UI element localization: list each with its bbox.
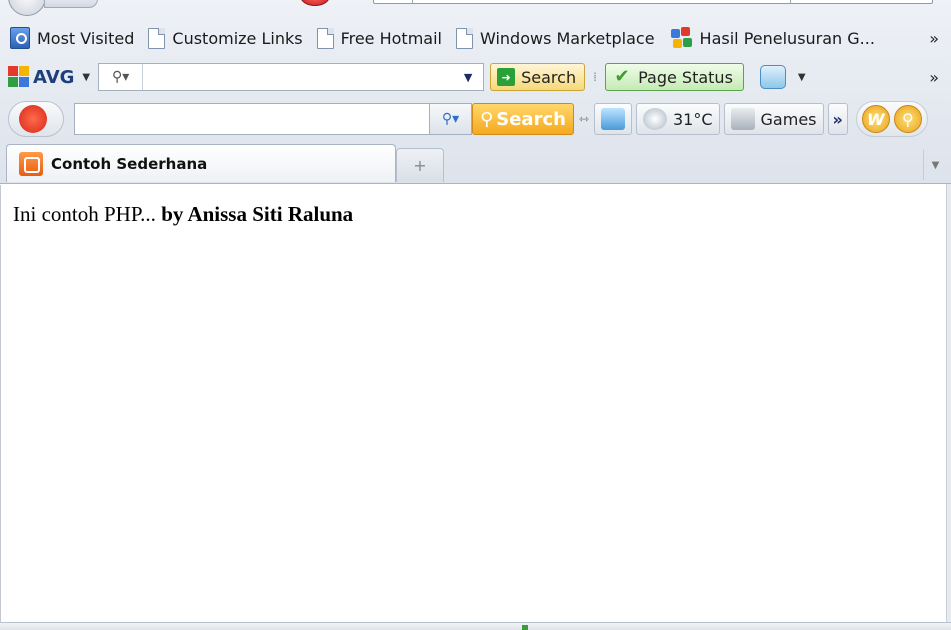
bookmark-label: Most Visited xyxy=(37,28,135,48)
games-button[interactable]: Games xyxy=(723,103,824,135)
page-text-bold: by Anissa Siti Raluna xyxy=(161,202,354,226)
weather-temperature: 31°C xyxy=(673,109,713,129)
bookmark-hasil-penelusuran[interactable]: Hasil Penelusuran G... xyxy=(665,25,879,51)
page-text: Ini contoh PHP... by Anissa Siti Raluna xyxy=(13,202,353,227)
status-bar xyxy=(0,622,951,630)
bookmark-customize-links[interactable]: Customize Links xyxy=(144,25,306,51)
red-logo-icon xyxy=(19,105,47,133)
tab-strip: Contoh Sederhana + ▼ xyxy=(0,142,951,184)
stop-button[interactable] xyxy=(300,0,330,6)
avg-search-input[interactable] xyxy=(143,64,454,90)
forward-button[interactable] xyxy=(44,0,98,8)
search-icon: ⚲ xyxy=(480,108,494,130)
w-widget-icon[interactable]: W xyxy=(861,105,890,133)
search-toolbar: ⚲▾ ⚲ Search ⇿ 31°C Games » W ⚲ xyxy=(0,98,951,140)
checkmark-icon: ✔ xyxy=(614,66,630,87)
chevron-down-icon: ▼ xyxy=(931,159,940,171)
highlighter-icon xyxy=(601,108,625,130)
search-engine-selector[interactable]: ⚲▾ xyxy=(430,103,472,135)
page-icon xyxy=(455,27,473,49)
page-icon xyxy=(316,27,334,49)
toolbar-search-button[interactable]: ⚲ Search xyxy=(472,103,574,135)
avg-search-button[interactable]: ➜ Search xyxy=(490,63,586,91)
toolbar-overflow-button[interactable]: » xyxy=(827,103,848,135)
address-bar-divider xyxy=(412,0,413,4)
xampp-favicon-icon xyxy=(19,151,43,176)
avg-search-button-label: Search xyxy=(521,67,577,87)
most-visited-icon xyxy=(10,27,30,49)
bookmark-label: Windows Marketplace xyxy=(479,28,655,48)
avg-logo[interactable]: AVG xyxy=(8,66,74,88)
tab-title: Contoh Sederhana xyxy=(51,154,208,173)
avg-overflow-button[interactable]: » xyxy=(929,68,939,87)
highlight-button[interactable] xyxy=(594,103,632,135)
address-bar[interactable] xyxy=(373,0,933,4)
page-text-normal: Ini contoh PHP... xyxy=(13,202,162,226)
arrow-right-icon: ➜ xyxy=(497,68,516,86)
address-bar-divider xyxy=(790,0,791,4)
bookmark-label: Hasil Penelusuran G... xyxy=(699,28,875,48)
bookmarks-bar: Most Visited Customize Links Free Hotmai… xyxy=(0,20,951,56)
chevron-down-icon[interactable]: ▼ xyxy=(453,71,483,84)
games-label: Games xyxy=(760,109,817,129)
search-widget-icon[interactable]: ⚲ xyxy=(893,105,922,133)
search-engine-icon[interactable]: ⚲▾ xyxy=(99,64,144,90)
back-button[interactable] xyxy=(8,0,46,16)
toolbar-search-button-label: Search xyxy=(496,108,566,130)
weather-button[interactable]: 31°C xyxy=(636,103,720,135)
window-border xyxy=(946,184,951,630)
navigation-bar xyxy=(0,0,951,18)
bookmark-most-visited[interactable]: Most Visited xyxy=(6,25,138,51)
weather-cloud-icon xyxy=(643,108,667,130)
page-content: Ini contoh PHP... by Anissa Siti Raluna xyxy=(0,185,946,622)
recycle-icon[interactable] xyxy=(759,65,786,89)
plus-icon: + xyxy=(413,156,427,175)
toolbar-grip-icon[interactable]: ⇿ xyxy=(574,112,594,126)
avg-logo-icon xyxy=(8,66,30,88)
status-indicator-icon xyxy=(522,625,528,630)
google-icon xyxy=(669,27,693,49)
search-icon: ⚲▾ xyxy=(441,111,460,127)
page-icon xyxy=(148,27,166,49)
toolbar-grip-icon[interactable]: ⁞ xyxy=(589,65,601,89)
toolbar-logo-button[interactable] xyxy=(8,101,64,137)
avg-brand-label: AVG xyxy=(33,66,75,88)
bookmark-free-hotmail[interactable]: Free Hotmail xyxy=(313,25,446,51)
bookmarks-overflow-button[interactable]: » xyxy=(929,29,939,48)
overflow-label: » xyxy=(832,109,843,129)
bookmark-label: Free Hotmail xyxy=(340,28,442,48)
chevron-down-icon[interactable]: ▼ xyxy=(82,72,90,83)
tab-list-button[interactable]: ▼ xyxy=(923,150,947,180)
chevron-down-icon[interactable]: ▼ xyxy=(798,72,806,83)
new-tab-button[interactable]: + xyxy=(396,148,444,182)
page-status-label: Page Status xyxy=(638,67,733,87)
avg-toolbar: AVG ▼ ⚲▾ ▼ ➜ Search ⁞ ✔ Page Status ▼ » xyxy=(0,58,951,96)
joystick-icon xyxy=(730,108,755,130)
bookmark-label: Customize Links xyxy=(172,28,303,48)
bookmark-windows-marketplace[interactable]: Windows Marketplace xyxy=(452,25,659,51)
avg-search-box: ⚲▾ ▼ xyxy=(98,63,485,91)
widget-button-group: W ⚲ xyxy=(855,101,928,137)
tab-contoh-sederhana[interactable]: Contoh Sederhana xyxy=(6,144,396,182)
toolbar-search-input[interactable] xyxy=(74,103,430,135)
page-status-button[interactable]: ✔ Page Status xyxy=(605,63,744,91)
browser-chrome: Most Visited Customize Links Free Hotmai… xyxy=(0,0,951,184)
